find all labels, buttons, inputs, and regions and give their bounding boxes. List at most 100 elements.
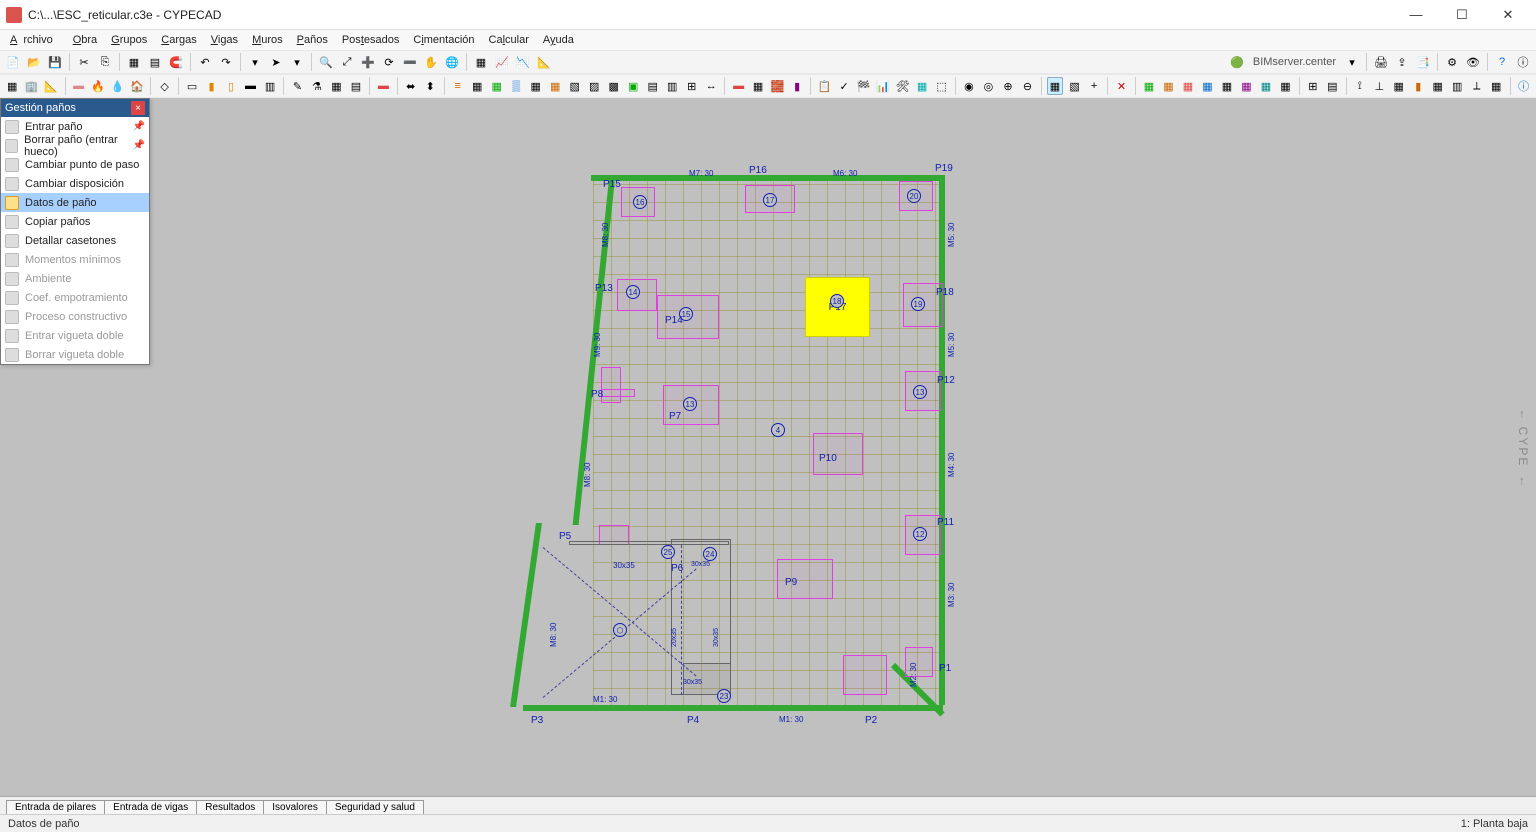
- tb2-icon[interactable]: 📊: [875, 77, 892, 95]
- tb2-icon[interactable]: 🧱: [769, 77, 786, 95]
- tb-settings-icon[interactable]: ⚙: [1443, 53, 1461, 71]
- tb2-icon[interactable]: ⊞: [683, 77, 700, 95]
- tb-copy-icon[interactable]: ⎘: [96, 53, 114, 71]
- tb-info-icon[interactable]: ⓘ: [1514, 53, 1532, 71]
- tb2-icon[interactable]: ▧: [566, 77, 583, 95]
- tab-entrada-vigas[interactable]: Entrada de vigas: [104, 800, 197, 814]
- tb2-icon[interactable]: ▦: [1219, 77, 1236, 95]
- tb2-icon[interactable]: ▥: [1449, 77, 1466, 95]
- tb2-icon[interactable]: ↔: [703, 77, 720, 95]
- tb2-icon[interactable]: 💧: [109, 77, 126, 95]
- tb-new-icon[interactable]: 📄: [4, 53, 22, 71]
- tb2-icon[interactable]: ▦: [1141, 77, 1158, 95]
- tb2-icon[interactable]: ▦: [469, 77, 486, 95]
- tb-refresh-icon[interactable]: ⟳: [380, 53, 398, 71]
- tb2-icon[interactable]: ▤: [644, 77, 661, 95]
- tb2-icon[interactable]: ▥: [262, 77, 279, 95]
- tb2-icon[interactable]: ▦: [1180, 77, 1197, 95]
- tb-dropdown-icon[interactable]: ▾: [288, 53, 306, 71]
- tb2-icon[interactable]: ▬: [730, 77, 747, 95]
- menu-vigas[interactable]: Vigas: [205, 32, 244, 48]
- tb2-icon[interactable]: ▯: [223, 77, 240, 95]
- menu-postesados[interactable]: Postesados: [336, 32, 406, 48]
- tb2-icon[interactable]: ▦: [488, 77, 505, 95]
- tb2-icon[interactable]: ▦: [527, 77, 544, 95]
- tb2-icon[interactable]: 🛠: [894, 77, 911, 95]
- tb-drop-icon[interactable]: ▾: [1343, 53, 1361, 71]
- tb2-icon[interactable]: ▦: [1391, 77, 1408, 95]
- tb2-icon[interactable]: 🏢: [24, 77, 41, 95]
- tb-chart2-icon[interactable]: 📉: [514, 53, 532, 71]
- tb-undo-icon[interactable]: ↶: [196, 53, 214, 71]
- tb2-icon[interactable]: ▦: [1277, 77, 1294, 95]
- tb2-icon[interactable]: ▦: [750, 77, 767, 95]
- tb2-icon[interactable]: ▣: [625, 77, 642, 95]
- tb2-icon[interactable]: ⬚: [933, 77, 950, 95]
- tb-export-icon[interactable]: ⇪: [1393, 53, 1411, 71]
- tb2-icon[interactable]: ▦: [1488, 77, 1505, 95]
- panel-item[interactable]: Borrar paño (entrar hueco)📌: [1, 136, 149, 155]
- menu-archivo[interactable]: Archivo: [4, 32, 65, 48]
- tb-help-icon[interactable]: ?: [1493, 53, 1511, 71]
- selected-panel[interactable]: P17 18: [805, 277, 870, 337]
- tb-open-icon[interactable]: 📂: [25, 53, 43, 71]
- panel-item[interactable]: Cambiar disposición: [1, 174, 149, 193]
- panel-item[interactable]: Detallar casetones: [1, 231, 149, 250]
- tb2-icon[interactable]: ⊖: [1019, 77, 1036, 95]
- tb2-icon[interactable]: ⟟: [1352, 77, 1369, 95]
- tb-redo-icon[interactable]: ↷: [217, 53, 235, 71]
- tb2-icon[interactable]: ▥: [664, 77, 681, 95]
- tb2-icon[interactable]: ▦: [1160, 77, 1177, 95]
- tb2-icon[interactable]: ⬍: [422, 77, 439, 95]
- tb-save-icon[interactable]: 💾: [46, 53, 64, 71]
- tb2-icon[interactable]: ▤: [1324, 77, 1341, 95]
- tb-zoom-out-icon[interactable]: ➖: [401, 53, 419, 71]
- tb2-icon[interactable]: 📐: [43, 77, 60, 95]
- tb2-icon[interactable]: 🏁: [855, 77, 872, 95]
- menu-cimentacion[interactable]: Cimentación: [407, 32, 480, 48]
- tb2-icon[interactable]: ▦: [1258, 77, 1275, 95]
- tb-measure-icon[interactable]: 📐: [535, 53, 553, 71]
- menu-grupos[interactable]: Grupos: [105, 32, 153, 48]
- tb2-icon[interactable]: ▒: [508, 77, 525, 95]
- tb2-icon[interactable]: ▩: [605, 77, 622, 95]
- tb2-icon[interactable]: ⚗: [309, 77, 326, 95]
- tb2-icon[interactable]: ▨: [586, 77, 603, 95]
- tb2-icon[interactable]: ▦: [328, 77, 345, 95]
- tb2-icon[interactable]: ▬: [242, 77, 259, 95]
- panel-close-icon[interactable]: ×: [131, 101, 145, 115]
- tb2-house-icon[interactable]: 🏠: [129, 77, 146, 95]
- tb2-icon[interactable]: ⊥: [1371, 77, 1388, 95]
- tab-resultados[interactable]: Resultados: [196, 800, 264, 814]
- close-button[interactable]: ✕: [1486, 1, 1530, 29]
- tb-arrow-icon[interactable]: ➤: [267, 53, 285, 71]
- tb2-fire-icon[interactable]: 🔥: [90, 77, 107, 95]
- tab-isovalores[interactable]: Isovalores: [263, 800, 327, 814]
- menu-calcular[interactable]: Calcular: [483, 32, 535, 48]
- tb-grid-icon[interactable]: ▦: [125, 53, 143, 71]
- tb2-icon[interactable]: ▦: [914, 77, 931, 95]
- tb-layers-icon[interactable]: ▤: [146, 53, 164, 71]
- floor-plan[interactable]: P17 18: [553, 167, 983, 727]
- menu-muros[interactable]: Muros: [246, 32, 289, 48]
- tb2-icon[interactable]: ▦: [1047, 77, 1064, 95]
- bimserver-label[interactable]: BIMserver.center: [1249, 56, 1340, 68]
- tb2-icon[interactable]: ▧: [1066, 77, 1083, 95]
- panel-item[interactable]: Datos de paño: [1, 193, 149, 212]
- tb2-edit-icon[interactable]: ✎: [289, 77, 306, 95]
- panel-item[interactable]: Cambiar punto de paso: [1, 155, 149, 174]
- tb-pan-icon[interactable]: ✋: [422, 53, 440, 71]
- tb-zoom-in-icon[interactable]: ➕: [359, 53, 377, 71]
- tb2-pillar-icon[interactable]: ▮: [203, 77, 220, 95]
- tb2-icon[interactable]: ◎: [980, 77, 997, 95]
- tb-orbit-icon[interactable]: 🌐: [443, 53, 461, 71]
- maximize-button[interactable]: ☐: [1440, 1, 1484, 29]
- tb-down-icon[interactable]: ▾: [246, 53, 264, 71]
- tb-print-icon[interactable]: 🖨: [1372, 53, 1390, 71]
- tb-magnet-icon[interactable]: 🧲: [167, 53, 185, 71]
- drawing-area[interactable]: Gestión paños × Entrar paño📌Borrar paño …: [0, 98, 1536, 796]
- tb2-icon[interactable]: ▦: [1238, 77, 1255, 95]
- tab-seguridad[interactable]: Seguridad y salud: [326, 800, 424, 814]
- tb2-icon[interactable]: ▦: [4, 77, 21, 95]
- tb2-info-icon[interactable]: ⓘ: [1515, 77, 1532, 95]
